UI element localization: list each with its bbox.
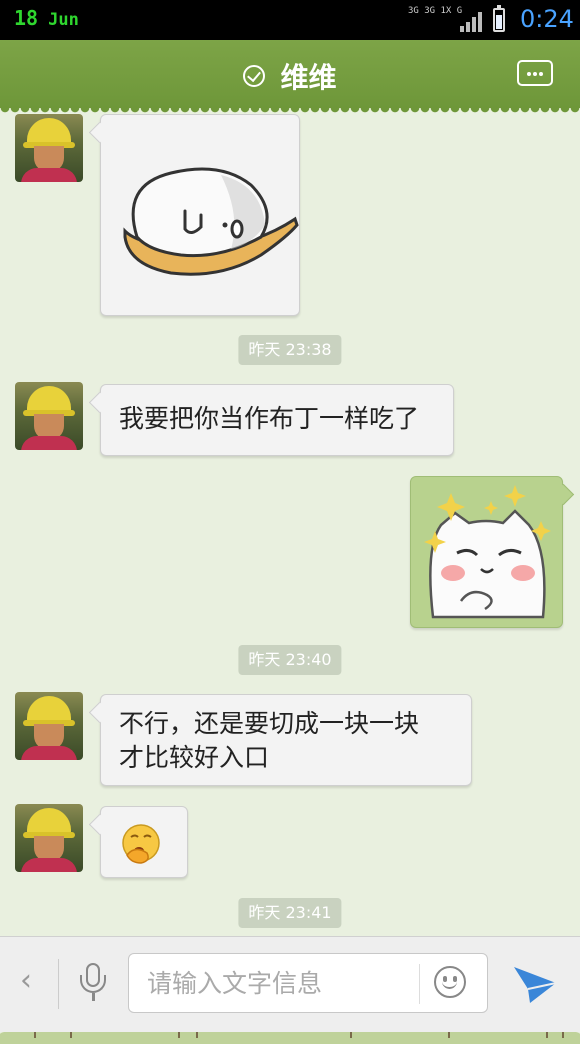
chevron-left-icon[interactable]: ‹ (20, 963, 32, 998)
message-text: 我要把你当作布丁一样吃了 (119, 404, 420, 433)
smiley-icon[interactable] (434, 966, 466, 998)
signal-icon (460, 10, 484, 32)
send-arrow-icon[interactable] (512, 963, 558, 1005)
message-text: 不行，还是要切成一块一块 才比较好入口 (119, 709, 420, 772)
contact-avatar[interactable] (15, 804, 83, 872)
yawning-face-icon (122, 824, 160, 864)
contact-avatar[interactable] (15, 114, 83, 182)
status-date: 18 Jun (14, 6, 79, 30)
contact-avatar[interactable] (15, 382, 83, 450)
message-input-box[interactable] (128, 953, 488, 1013)
rice-ball-sticker-icon (123, 167, 299, 276)
message-timestamp: 昨天 23:40 (238, 645, 342, 675)
sticker-message[interactable] (100, 114, 300, 316)
status-bar: 18 Jun 3G 3G 1X G 0:24 (0, 0, 580, 40)
divider (58, 959, 59, 1009)
network-indicator: 3G 3G 1X G (408, 6, 462, 16)
chat-area[interactable]: 昨天 23:38 我要把你当作布丁一样吃了 昨天 23:40 不行，还是要切成一… (0, 108, 580, 1044)
message-timestamp: 昨天 23:38 (238, 335, 342, 365)
divider (419, 964, 420, 1004)
network-label: 3G 3G 1X G (408, 6, 463, 16)
sticker-message[interactable] (410, 476, 563, 628)
chat-header: 维维 (0, 40, 580, 114)
contact-name[interactable]: 维维 (281, 61, 337, 94)
verified-check-icon (243, 65, 266, 87)
status-time: 0:24 (520, 5, 574, 33)
microphone-icon[interactable] (78, 961, 108, 1007)
cat-sticker-icon (424, 485, 551, 619)
text-message[interactable]: 不行，还是要切成一块一块 才比较好入口 (100, 694, 472, 786)
emoji-message[interactable] (100, 806, 188, 878)
contact-avatar[interactable] (15, 692, 83, 760)
more-button[interactable] (517, 60, 553, 86)
message-timestamp: 昨天 23:41 (238, 898, 342, 928)
input-bar: ‹ (0, 936, 580, 1032)
battery-icon (493, 5, 505, 32)
text-message[interactable]: 我要把你当作布丁一样吃了 (100, 384, 454, 456)
message-input[interactable] (147, 954, 407, 1012)
